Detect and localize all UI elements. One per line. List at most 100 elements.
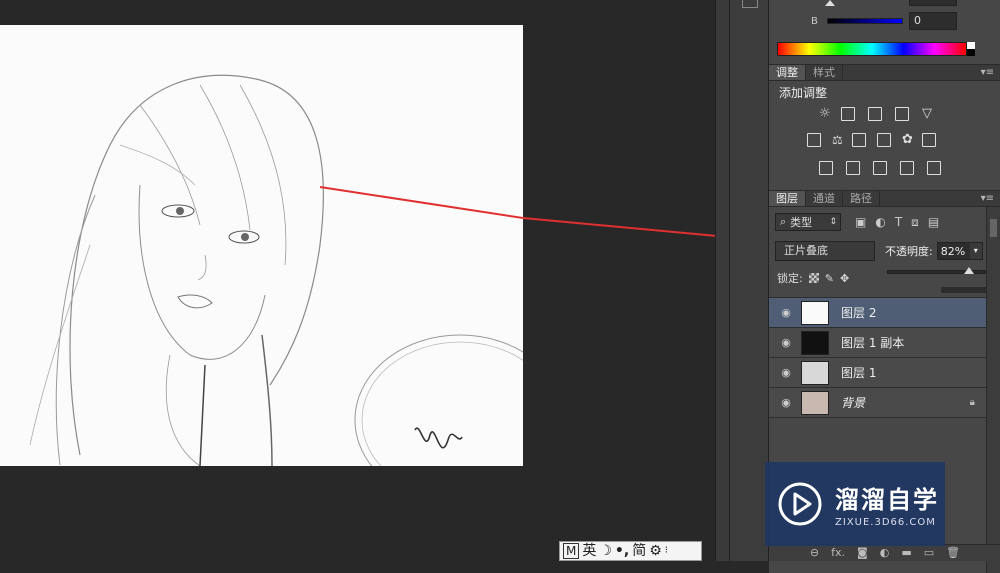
mask-icon[interactable]: ◙	[857, 545, 868, 561]
gradient-map-icon[interactable]	[900, 161, 914, 175]
layer-row[interactable]: ◉ 背景 🔒︎	[769, 388, 987, 418]
opacity-input[interactable]: 82% ▾	[936, 242, 983, 260]
layer-thumbnail	[801, 390, 829, 415]
new-layer-icon[interactable]: ▭	[924, 545, 934, 561]
layers-bottom-bar: ⊖ fx. ◙ ◐ ▬ ▭ 🗑︎	[769, 544, 1000, 561]
hue-saturation-icon[interactable]	[807, 133, 821, 147]
visibility-eye-icon[interactable]: ◉	[779, 307, 793, 318]
opacity-label: 不透明度:	[885, 245, 933, 258]
type-filter-icon[interactable]: T	[895, 215, 902, 230]
folder-icon[interactable]: ▬	[901, 545, 911, 561]
adjustment-icons-row-2: ⚖ ✿	[807, 133, 941, 147]
fill-field[interactable]	[941, 287, 987, 293]
slider-thumb-top[interactable]	[825, 0, 835, 6]
vibrance-icon[interactable]: ▽	[922, 107, 936, 121]
layer-thumbnail	[801, 360, 829, 385]
ime-lang-button[interactable]: 英	[582, 542, 596, 560]
layer-row[interactable]: ◉ 图层 1	[769, 358, 987, 388]
lock-icon: 🔒︎	[969, 397, 975, 408]
channel-mixer-icon[interactable]: ✿	[902, 133, 916, 147]
document-image[interactable]	[0, 25, 523, 466]
selective-color-icon[interactable]	[927, 161, 941, 175]
adjustments-tabs: 调整 样式 ▾≡	[769, 64, 1000, 81]
ime-simplified-button[interactable]: 简	[632, 542, 646, 560]
opacity-slider-thumb[interactable]	[964, 267, 974, 274]
spectrum-bar[interactable]	[777, 42, 967, 56]
adjustment-filter-icon[interactable]: ◐	[875, 215, 885, 230]
fx-icon[interactable]: fx.	[831, 545, 845, 561]
tab-channels[interactable]: 通道	[806, 191, 843, 206]
gear-icon[interactable]: ⚙	[649, 542, 662, 560]
color-lookup-icon[interactable]	[922, 133, 936, 147]
play-logo-icon	[778, 482, 822, 526]
black-white-icon[interactable]	[852, 133, 866, 147]
pixel-filter-icon[interactable]: ▣	[855, 215, 866, 230]
layer-thumbnail	[801, 330, 829, 355]
layer-row[interactable]: ◉ 图层 2	[769, 298, 987, 328]
lock-transparent-icon[interactable]	[808, 273, 819, 283]
lock-label: 锁定:	[777, 272, 803, 285]
b-value-field[interactable]: 0	[909, 12, 957, 30]
layers-list: ◉ 图层 2 ◉ 图层 1 副本 ◉ 图层 1 ◉ 背景 🔒︎	[769, 297, 987, 418]
lock-brush-icon[interactable]: ✎	[825, 272, 834, 285]
photo-filter-icon[interactable]	[877, 133, 891, 147]
ime-punct-button[interactable]: •,	[615, 542, 629, 560]
adjustment-icons-row-1: ☼ ▽	[819, 107, 936, 121]
layer-name: 图层 1 副本	[841, 336, 905, 350]
opacity-dropdown-icon[interactable]: ▾	[969, 243, 982, 259]
dock-panel-icon[interactable]	[742, 0, 758, 8]
b-channel-slider[interactable]	[827, 18, 903, 24]
moon-icon[interactable]: ☽	[599, 542, 612, 560]
tab-paths[interactable]: 路径	[843, 191, 880, 206]
levels-icon[interactable]	[841, 107, 855, 121]
ime-m-button[interactable]: M	[563, 543, 580, 559]
adjustment-icon[interactable]: ◐	[880, 545, 890, 561]
watermark: 溜溜自学 ZIXUE.3D66.COM	[765, 462, 945, 546]
lock-move-icon[interactable]: ✥	[840, 272, 849, 285]
visibility-eye-icon[interactable]: ◉	[779, 367, 793, 378]
search-icon: ⌕	[780, 215, 787, 228]
visibility-eye-icon[interactable]: ◉	[779, 337, 793, 348]
brightness-icon[interactable]: ☼	[819, 107, 833, 121]
adjustments-panel: 添加调整 ☼ ▽ ⚖ ✿	[769, 81, 1000, 190]
pencil-sketch-portrait	[0, 25, 523, 466]
layer-filter-select[interactable]: ⌕ 类型 ⇕	[775, 213, 841, 231]
ime-more-icon[interactable]: ⁝	[665, 542, 668, 560]
layer-name: 图层 2	[841, 306, 877, 320]
panel-menu-icon[interactable]: ▾≡	[981, 65, 994, 81]
exposure-icon[interactable]	[895, 107, 909, 121]
watermark-subtitle: ZIXUE.3D66.COM	[835, 517, 936, 528]
layer-filter-row: ⌕ 类型 ⇕ ▣ ◐ T ⧈ ▤	[775, 213, 939, 231]
tab-styles[interactable]: 样式	[806, 65, 843, 80]
layers-panel-menu-icon[interactable]: ▾≡	[981, 191, 994, 207]
filter-icons: ▣ ◐ T ⧈ ▤	[855, 215, 939, 230]
adjustment-icons-row-3	[819, 161, 946, 175]
opacity-control: 不透明度: 82% ▾	[885, 242, 983, 260]
color-balance-icon[interactable]: ⚖	[832, 133, 846, 147]
tab-adjustments[interactable]: 调整	[769, 65, 806, 80]
posterize-icon[interactable]	[846, 161, 860, 175]
canvas-scrollbar[interactable]	[715, 0, 729, 561]
blend-mode-value: 正片叠底	[784, 244, 828, 257]
blend-mode-select[interactable]: 正片叠底	[775, 241, 875, 261]
layer-thumbnail	[801, 300, 829, 325]
value-field-top[interactable]	[909, 0, 957, 6]
shape-filter-icon[interactable]: ⧈	[911, 215, 919, 230]
color-panel: B 0	[769, 0, 1000, 64]
ime-toolbar: M 英 ☽ •, 简 ⚙ ⁝	[559, 541, 702, 561]
trash-icon[interactable]: 🗑︎	[946, 545, 960, 561]
smart-object-filter-icon[interactable]: ▤	[928, 215, 939, 230]
link-icon[interactable]: ⊖	[810, 545, 819, 561]
tab-layers[interactable]: 图层	[769, 191, 806, 206]
adjustments-title: 添加调整	[779, 86, 828, 100]
filter-type-label: 类型	[790, 216, 813, 229]
document-canvas-area[interactable]	[0, 0, 715, 561]
layer-name: 背景	[841, 396, 866, 410]
layers-scrollbar[interactable]	[986, 207, 1000, 573]
layer-row[interactable]: ◉ 图层 1 副本	[769, 328, 987, 358]
visibility-eye-icon[interactable]: ◉	[779, 397, 793, 408]
invert-icon[interactable]	[819, 161, 833, 175]
watermark-title: 溜溜自学	[835, 486, 939, 514]
threshold-icon[interactable]	[873, 161, 887, 175]
curves-icon[interactable]	[868, 107, 882, 121]
